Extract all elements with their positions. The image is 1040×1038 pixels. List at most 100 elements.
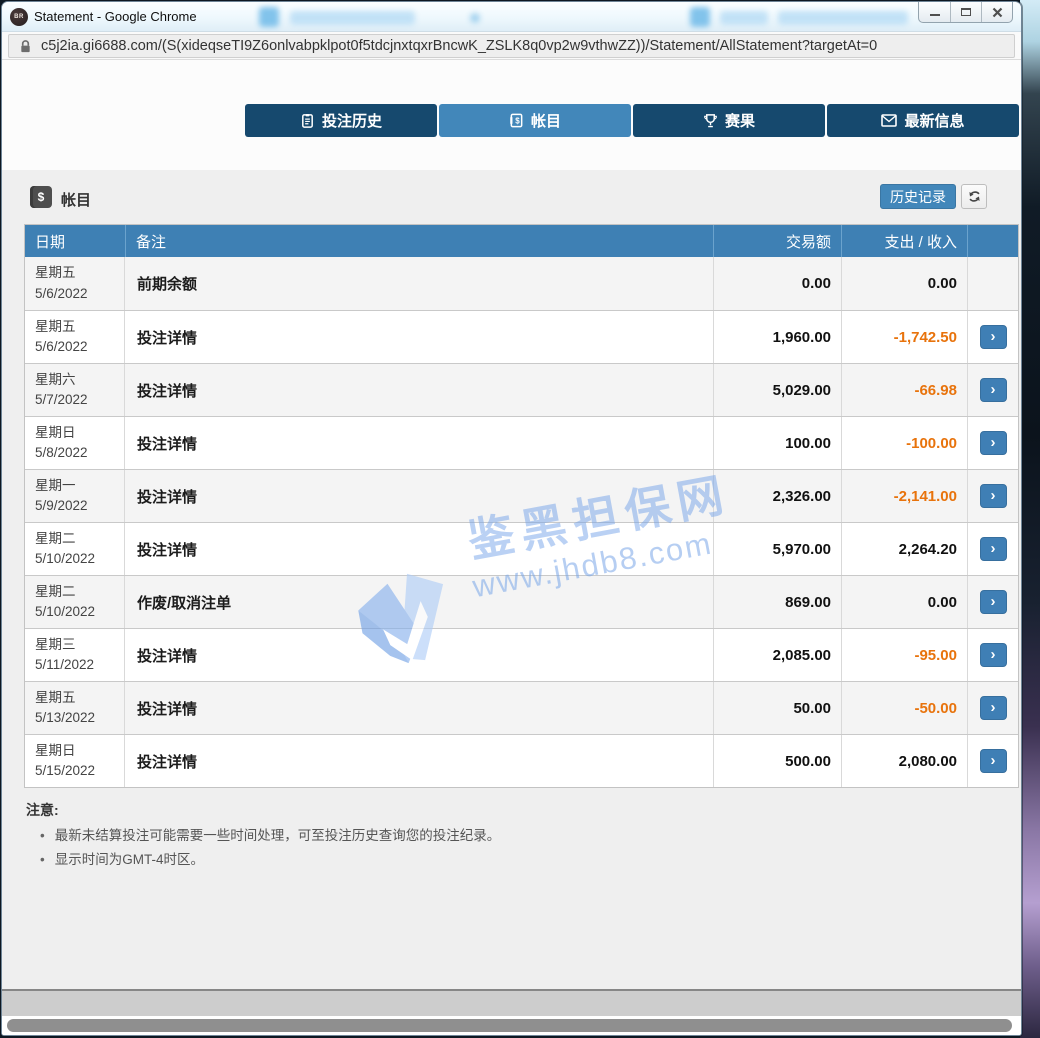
refresh-icon xyxy=(967,189,982,204)
table-row: 星期五 5/13/2022 投注详情 50.00 -50.00 › xyxy=(25,681,1018,734)
row-action-cell: › xyxy=(967,735,1018,787)
table-row: 星期三 5/11/2022 投注详情 2,085.00 -95.00 › xyxy=(25,628,1018,681)
row-detail-button[interactable]: › xyxy=(980,643,1007,667)
window-controls xyxy=(918,2,1013,23)
row-action-cell: › xyxy=(967,470,1018,522)
row-action-cell: › xyxy=(967,364,1018,416)
row-remark: 投注详情 xyxy=(125,629,713,681)
row-action-cell xyxy=(967,257,1018,310)
row-amount: 2,326.00 xyxy=(713,470,841,522)
row-detail-button[interactable]: › xyxy=(980,378,1007,402)
row-date-value: 5/15/2022 xyxy=(35,761,95,781)
tab-statement[interactable]: $ 帐目 xyxy=(439,104,631,137)
row-amount: 869.00 xyxy=(713,576,841,628)
close-icon xyxy=(992,7,1003,18)
window-titlebar: BR Statement - Google Chrome xyxy=(2,2,1021,32)
row-weekday: 星期日 xyxy=(35,423,76,443)
col-header-remark: 备注 xyxy=(125,225,713,257)
row-date: 星期五 5/6/2022 xyxy=(25,257,125,310)
row-weekday: 星期二 xyxy=(35,582,76,602)
tab-label: 帐目 xyxy=(531,110,561,131)
note-text: 最新未结算投注可能需要一些时间处理，可至投注历史查询您的投注纪录。 xyxy=(55,826,501,846)
row-amount: 5,029.00 xyxy=(713,364,841,416)
row-payout: -50.00 xyxy=(841,682,967,734)
col-header-action xyxy=(967,225,1018,257)
row-remark: 投注详情 xyxy=(125,311,713,363)
row-detail-button[interactable]: › xyxy=(980,749,1007,773)
row-weekday: 星期一 xyxy=(35,476,76,496)
site-favicon: BR xyxy=(10,8,28,26)
row-date-value: 5/11/2022 xyxy=(35,655,94,675)
history-record-button[interactable]: 历史记录 xyxy=(880,184,956,209)
tab-latest-news[interactable]: 最新信息 xyxy=(827,104,1019,137)
minimize-button[interactable] xyxy=(919,2,950,22)
row-date-value: 5/8/2022 xyxy=(35,443,88,463)
row-date: 星期二 5/10/2022 xyxy=(25,523,125,575)
row-detail-button[interactable]: › xyxy=(980,431,1007,455)
section-actions: 历史记录 xyxy=(880,184,987,209)
row-date: 星期日 5/15/2022 xyxy=(25,735,125,787)
row-payout: 0.00 xyxy=(841,576,967,628)
row-action-cell: › xyxy=(967,523,1018,575)
page-content: 投注历史 $ 帐目 赛果 xyxy=(2,60,1021,989)
row-date-value: 5/10/2022 xyxy=(35,602,95,622)
row-date-value: 5/6/2022 xyxy=(35,337,88,357)
row-action-cell: › xyxy=(967,311,1018,363)
mail-icon xyxy=(881,114,897,127)
blurred-tab xyxy=(259,7,279,27)
row-date-value: 5/9/2022 xyxy=(35,496,88,516)
blurred-tab xyxy=(290,11,415,25)
table-row: 星期二 5/10/2022 投注详情 5,970.00 2,264.20 › xyxy=(25,522,1018,575)
address-bar: c5j2ia.gi6688.com/(S(xideqseTI9Z6onlvabp… xyxy=(2,32,1021,60)
notes-title: 注意: xyxy=(26,800,500,820)
row-detail-button[interactable]: › xyxy=(980,590,1007,614)
table-row: 星期五 5/6/2022 投注详情 1,960.00 -1,742.50 › xyxy=(25,310,1018,363)
row-remark: 投注详情 xyxy=(125,523,713,575)
horizontal-scrollbar-track[interactable] xyxy=(2,991,1021,1016)
close-button[interactable] xyxy=(981,2,1012,22)
url-field[interactable]: c5j2ia.gi6688.com/(S(xideqseTI9Z6onlvabp… xyxy=(8,34,1015,58)
statement-table-body: 星期五 5/6/2022 前期余额 0.00 0.00 星期五 5/6/2022… xyxy=(25,257,1018,787)
row-amount: 500.00 xyxy=(713,735,841,787)
lock-icon[interactable] xyxy=(19,39,32,54)
row-detail-button[interactable]: › xyxy=(980,484,1007,508)
desktop-background xyxy=(1020,0,1040,1038)
row-date-value: 5/7/2022 xyxy=(35,390,88,410)
row-action-cell: › xyxy=(967,417,1018,469)
note-text: 显示时间为GMT-4时区。 xyxy=(55,850,204,870)
row-weekday: 星期六 xyxy=(35,370,76,390)
row-detail-button[interactable]: › xyxy=(980,537,1007,561)
maximize-icon xyxy=(961,8,971,16)
row-weekday: 星期五 xyxy=(35,263,76,283)
row-amount: 100.00 xyxy=(713,417,841,469)
row-amount: 1,960.00 xyxy=(713,311,841,363)
row-detail-button[interactable]: › xyxy=(980,696,1007,720)
row-date-value: 5/13/2022 xyxy=(35,708,95,728)
row-detail-button[interactable]: › xyxy=(980,325,1007,349)
refresh-button[interactable] xyxy=(961,184,987,209)
row-date: 星期一 5/9/2022 xyxy=(25,470,125,522)
table-row: 星期五 5/6/2022 前期余额 0.00 0.00 xyxy=(25,257,1018,310)
bottom-scroll-zone xyxy=(2,989,1021,1036)
horizontal-scrollbar-thumb[interactable] xyxy=(7,1019,1012,1032)
table-row: 星期日 5/8/2022 投注详情 100.00 -100.00 › xyxy=(25,416,1018,469)
row-payout: -1,742.50 xyxy=(841,311,967,363)
tab-label: 投注历史 xyxy=(322,110,382,131)
row-date: 星期二 5/10/2022 xyxy=(25,576,125,628)
row-action-cell: › xyxy=(967,576,1018,628)
results-icon xyxy=(703,113,718,128)
bullet-icon: • xyxy=(40,850,45,870)
tab-label: 最新信息 xyxy=(904,110,964,131)
row-date: 星期五 5/6/2022 xyxy=(25,311,125,363)
blurred-tab xyxy=(720,11,768,25)
row-action-cell: › xyxy=(967,682,1018,734)
svg-text:$: $ xyxy=(515,116,520,125)
statement-table: 日期 备注 交易额 支出 / 收入 星期五 5/6/2022 前期余额 0.00… xyxy=(24,224,1019,788)
row-date: 星期日 5/8/2022 xyxy=(25,417,125,469)
tab-results[interactable]: 赛果 xyxy=(633,104,825,137)
maximize-button[interactable] xyxy=(950,2,981,22)
row-action-cell: › xyxy=(967,629,1018,681)
tab-bet-history[interactable]: 投注历史 xyxy=(245,104,437,137)
screen: BR Statement - Google Chrome c5j2ia.gi xyxy=(0,0,1040,1038)
section-title: 帐目 xyxy=(61,189,91,210)
